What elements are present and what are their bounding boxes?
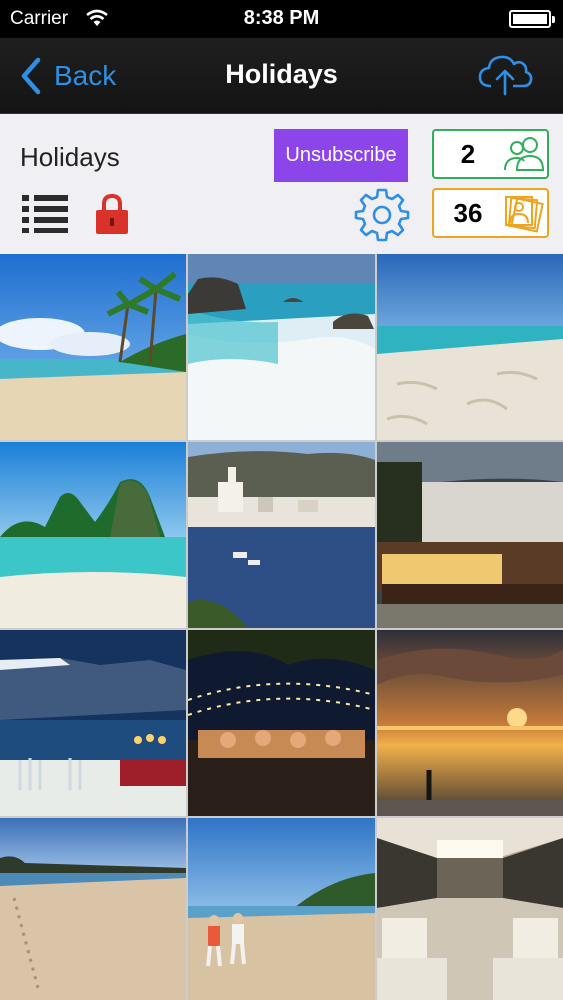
status-bar: Carrier 8:38 PM [0,0,563,38]
photo-thumbnail-8[interactable] [188,630,375,816]
battery-icon [509,10,555,28]
photo-thumbnail-3[interactable] [377,254,563,440]
status-time: 8:38 PM [243,7,320,29]
photo-thumbnail-1[interactable] [0,254,186,440]
list-icon[interactable] [20,192,70,234]
gear-icon[interactable] [354,186,410,242]
navigation-bar: Back Holidays [0,38,563,114]
photos-icon [505,196,544,233]
photo-thumbnail-5[interactable] [188,442,375,628]
album-header: Holidays Unsubscribe 2 36 [0,114,563,254]
photo-thumbnail-4[interactable] [0,442,186,628]
photo-thumbnail-9[interactable] [377,630,563,816]
photo-thumbnail-2[interactable] [188,254,375,440]
photo-grid [0,254,563,1000]
photos-count-button[interactable]: 36 [432,188,549,238]
photo-thumbnail-10[interactable] [0,818,186,1000]
photo-thumbnail-7[interactable] [0,630,186,816]
unsubscribe-button[interactable]: Unsubscribe [274,129,408,182]
photo-thumbnail-6[interactable] [377,442,563,628]
photos-count: 36 [453,197,483,228]
album-title: Holidays [20,142,120,172]
photo-thumbnail-11[interactable] [188,818,375,1000]
lock-icon [96,193,128,234]
cloud-upload-icon[interactable] [477,52,533,96]
subscribers-count-button[interactable]: 2 [432,129,549,179]
photo-thumbnail-12[interactable] [377,818,563,1000]
people-icon [504,137,545,171]
subscribers-count: 2 [460,138,476,169]
